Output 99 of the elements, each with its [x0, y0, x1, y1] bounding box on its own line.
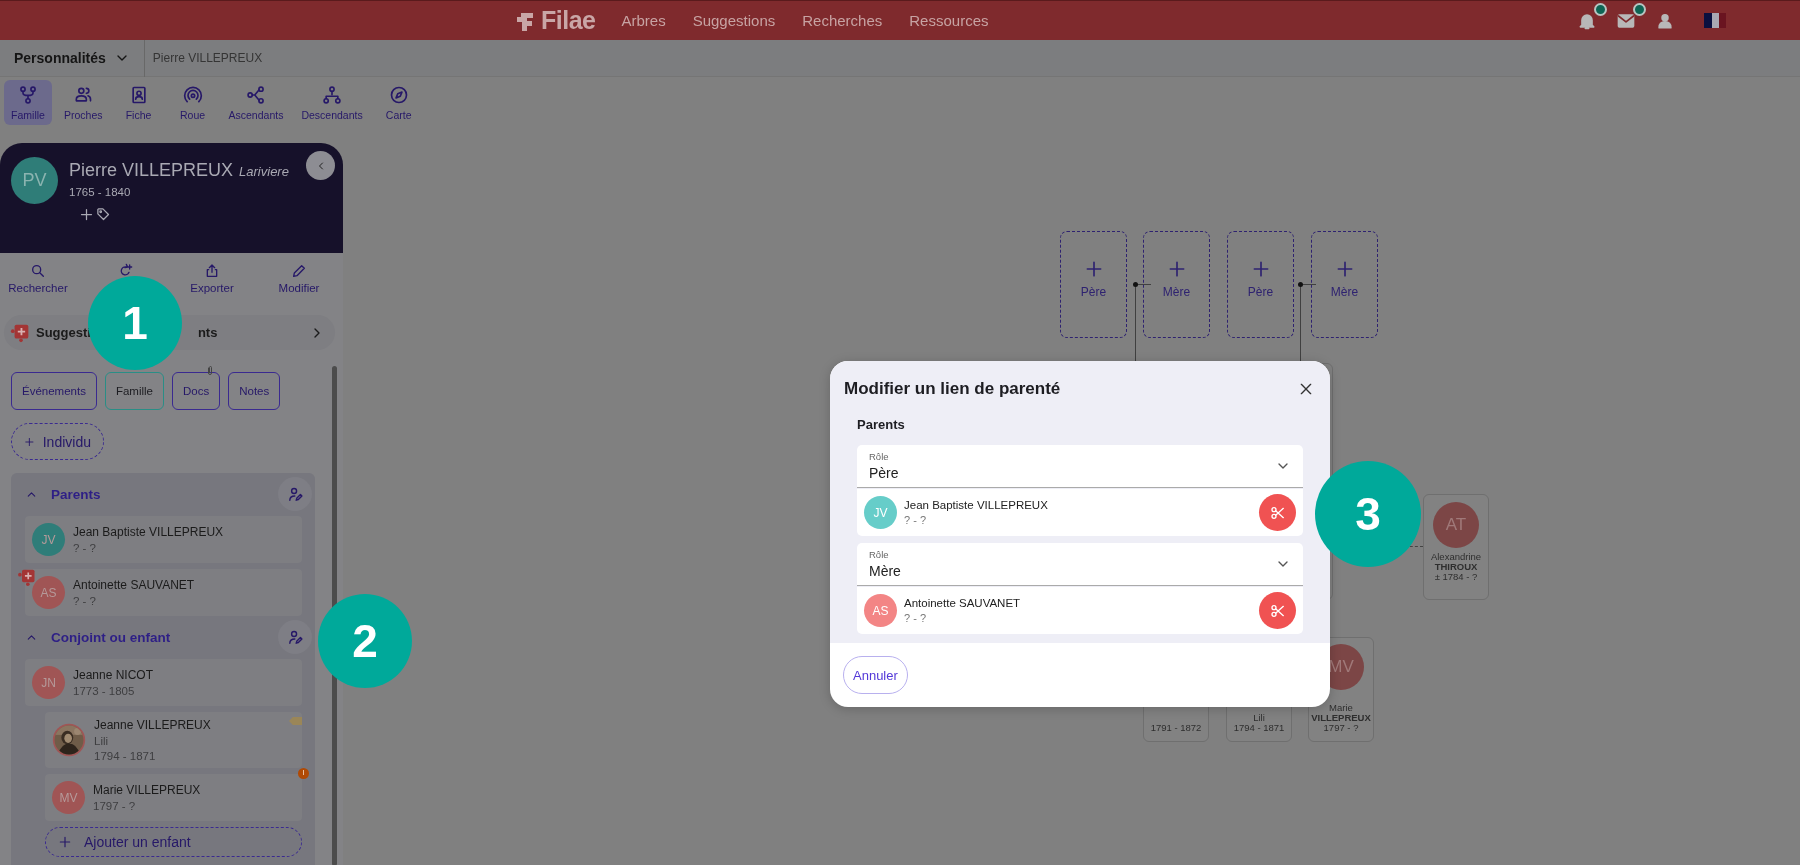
person-name: Jean Baptiste VILLEPREUX [904, 499, 1049, 511]
nav-link[interactable]: Arbres [621, 12, 666, 29]
add-parent-button[interactable]: Mère [1311, 231, 1378, 338]
action-button[interactable]: Rechercher [6, 263, 70, 315]
section-title: Parents [857, 417, 906, 432]
logo[interactable]: Filae [515, 6, 596, 35]
person-card[interactable]: JV Jean Baptiste VILLEPREUX ? - ? [25, 516, 302, 563]
view-tab[interactable]: Ascendants [222, 80, 290, 125]
add-parent-button[interactable]: Père [1060, 231, 1127, 338]
person-dates: 1797 - ? [93, 800, 137, 812]
search-icon [30, 263, 46, 279]
nav-link[interactable]: Ressources [909, 12, 989, 29]
breadcrumb-item: Pierre VILLEPREUX [151, 51, 263, 65]
person-dates: ? - ? [73, 542, 97, 554]
unlink-button[interactable] [1259, 592, 1296, 629]
avatar: JV [32, 523, 65, 556]
person-nickname: Lariviere [239, 164, 289, 179]
person-card[interactable]: MV Marie VILLEPREUX 1797 - ? [45, 774, 302, 821]
signal-icon [182, 85, 203, 105]
card-text: VILLEPREUX [1311, 713, 1371, 723]
person-card[interactable]: AS Antoinette SAUVANET ? - ? [25, 569, 302, 616]
person-card[interactable]: JN Jeanne NICOT 1773 - 1805 [25, 659, 302, 706]
person-dates: 1773 - 1805 [73, 685, 136, 697]
section-tab[interactable]: Notes [228, 372, 281, 410]
tag-icon[interactable] [96, 207, 111, 222]
cancel-button[interactable]: Annuler [843, 656, 908, 694]
share-icon [204, 263, 220, 279]
scissors-icon [1269, 504, 1286, 521]
role-select[interactable]: Rôle Père [857, 445, 1303, 488]
add-parent-button[interactable]: Mère [1143, 231, 1210, 338]
view-tab[interactable]: Roue [168, 80, 217, 125]
view-tab[interactable]: Fiche [114, 80, 163, 125]
view-tab[interactable]: Proches [58, 80, 109, 125]
avatar: AS [864, 594, 897, 627]
plus-icon [58, 835, 72, 849]
plus-icon[interactable] [79, 207, 94, 222]
person-name: Antoinette SAUVANET [73, 578, 196, 592]
section-title: Conjoint ou enfant [51, 629, 171, 645]
scissors-icon [1269, 602, 1286, 619]
edit-relations-button[interactable] [278, 620, 312, 654]
collapse-button[interactable] [306, 151, 335, 180]
section-tab[interactable]: Docs [172, 372, 221, 410]
avatar: JN [32, 666, 65, 699]
person-name: Pierre VILLEPREUX [69, 160, 234, 181]
section-title: Parents [51, 486, 101, 502]
person-name: Jeanne NICOT [73, 668, 155, 682]
action-button[interactable]: Exporter [180, 263, 244, 315]
person-dates: 1794 - 1871 [94, 750, 157, 762]
suggestions-label: nts [197, 325, 218, 340]
nav-link[interactable]: Recherches [802, 12, 883, 29]
role-select[interactable]: Rôle Mère [857, 543, 1303, 586]
suggestions-label: Suggesti [36, 325, 91, 340]
last-name: THIROUX [1434, 562, 1478, 572]
pencil-icon [291, 263, 307, 279]
person-nickname: Lili [94, 735, 110, 747]
view-tab[interactable]: Descendants [295, 80, 369, 125]
card-text: 1791 - 1872 [1150, 723, 1202, 733]
card-text: 1797 - ? [1323, 723, 1359, 733]
card-text: 1794 - 1871 [1233, 723, 1285, 733]
view-tab[interactable]: Famille [4, 80, 52, 125]
unlink-button[interactable] [1259, 494, 1296, 531]
avatar: JV [864, 496, 897, 529]
category-dropdown[interactable]: Personnalités [0, 39, 145, 77]
person-name: Jeanne VILLEPREUX [94, 718, 212, 732]
section-tab[interactable]: Famille [104, 372, 164, 410]
person-dates: ? - ? [73, 595, 97, 607]
person-dates: ? - ? [904, 514, 927, 526]
card-text: Lili [1253, 713, 1265, 723]
view-tab[interactable]: Carte [374, 80, 423, 125]
branch-icon [245, 85, 266, 105]
person-name: Jean Baptiste VILLEPREUX [73, 525, 225, 539]
avatar: AS [32, 576, 65, 609]
card-text: Marie [1329, 703, 1353, 713]
person-name: Marie VILLEPREUX [93, 783, 202, 797]
step-number: 3 [1315, 461, 1421, 567]
edit-relations-button[interactable] [278, 477, 312, 511]
person-card[interactable]: Jeanne VILLEPREUX Lili 1794 - 1871 [45, 712, 302, 768]
puzzle-icon[interactable] [17, 568, 37, 588]
step-number: 2 [318, 594, 412, 688]
edit-person-icon [286, 485, 304, 503]
section-tab[interactable]: Événements [11, 372, 97, 410]
action-button[interactable]: Modifier [267, 263, 331, 315]
compass-icon [388, 85, 409, 105]
person-dates: ? - ? [904, 612, 927, 624]
people-icon [73, 85, 94, 105]
avatar: PV [11, 157, 58, 204]
edit-person-icon [286, 628, 304, 646]
avatar: MV [52, 781, 85, 814]
add-parent-button[interactable]: Père [1227, 231, 1294, 338]
dialog-title: Modifier un lien de parenté [844, 379, 1061, 399]
first-name: Alexandrine [1430, 552, 1482, 562]
hierarchy-icon [322, 85, 343, 105]
person-name: Antoinette SAUVANET [904, 597, 1022, 609]
flag-icon[interactable] [1704, 13, 1727, 28]
person-dates: ± 1784 - ? [1434, 572, 1478, 582]
family-icon [18, 85, 38, 105]
nav-link[interactable]: Suggestions [692, 12, 776, 29]
person-dates: 1765 - 1840 [69, 186, 132, 198]
close-icon [1298, 381, 1314, 397]
